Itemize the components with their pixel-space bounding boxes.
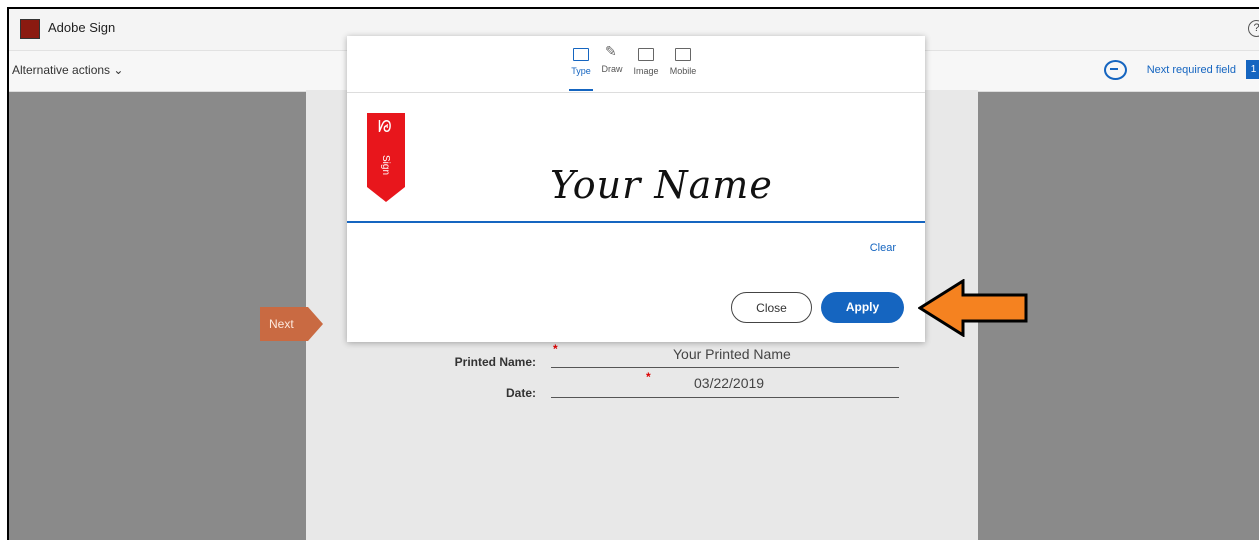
mobile-icon — [675, 48, 691, 61]
image-icon — [638, 48, 654, 61]
tab-image-label: Image — [633, 66, 659, 76]
signature-method-tabs: Type Draw Image Mobile — [347, 36, 925, 93]
acrobat-icon: ᘘ — [378, 119, 392, 136]
sign-here-ribbon: ᘘ Sign — [367, 113, 405, 202]
date-underline — [551, 397, 899, 398]
close-button[interactable]: Close — [731, 292, 812, 323]
pen-icon — [605, 43, 619, 60]
app-title: Adobe Sign — [48, 20, 116, 35]
app-frame: Adobe Sign ? Alternative actions ⌄ Next … — [7, 7, 1259, 540]
pointer-arrow-icon — [918, 279, 1028, 337]
tab-draw[interactable]: Draw — [596, 43, 628, 74]
next-field-button[interactable]: Next — [260, 307, 323, 341]
printed-name-underline — [551, 367, 899, 368]
signature-dialog: Type Draw Image Mobile ᘘ Sign Your Name … — [347, 36, 925, 342]
signature-input-area[interactable]: ᘘ Sign Your Name — [347, 93, 925, 223]
alternative-actions-menu[interactable]: Alternative actions ⌄ — [12, 63, 123, 77]
date-field[interactable]: 03/22/2019 — [694, 375, 764, 391]
tab-mobile[interactable]: Mobile — [667, 48, 699, 76]
tab-type[interactable]: Type — [565, 48, 597, 91]
adobe-sign-logo-icon — [20, 19, 40, 39]
required-count-badge: 1 — [1246, 60, 1259, 79]
clear-link[interactable]: Clear — [870, 242, 896, 254]
ribbon-label: Sign — [380, 155, 391, 176]
typed-signature: Your Name — [550, 163, 773, 207]
tab-type-label: Type — [571, 66, 591, 76]
printed-name-label: Printed Name: — [454, 355, 536, 369]
next-required-field-link[interactable]: Next required field — [1147, 64, 1236, 76]
help-icon[interactable]: ? — [1248, 20, 1259, 37]
comment-icon[interactable] — [1104, 60, 1127, 80]
keyboard-icon — [573, 48, 589, 61]
tab-image[interactable]: Image — [630, 48, 662, 76]
printed-name-field[interactable]: Your Printed Name — [673, 346, 791, 362]
required-mark: * — [646, 370, 651, 384]
tab-mobile-label: Mobile — [669, 66, 697, 76]
tab-draw-label: Draw — [601, 64, 623, 74]
required-mark: * — [553, 342, 558, 356]
date-label: Date: — [505, 386, 536, 400]
apply-button[interactable]: Apply — [821, 292, 904, 323]
